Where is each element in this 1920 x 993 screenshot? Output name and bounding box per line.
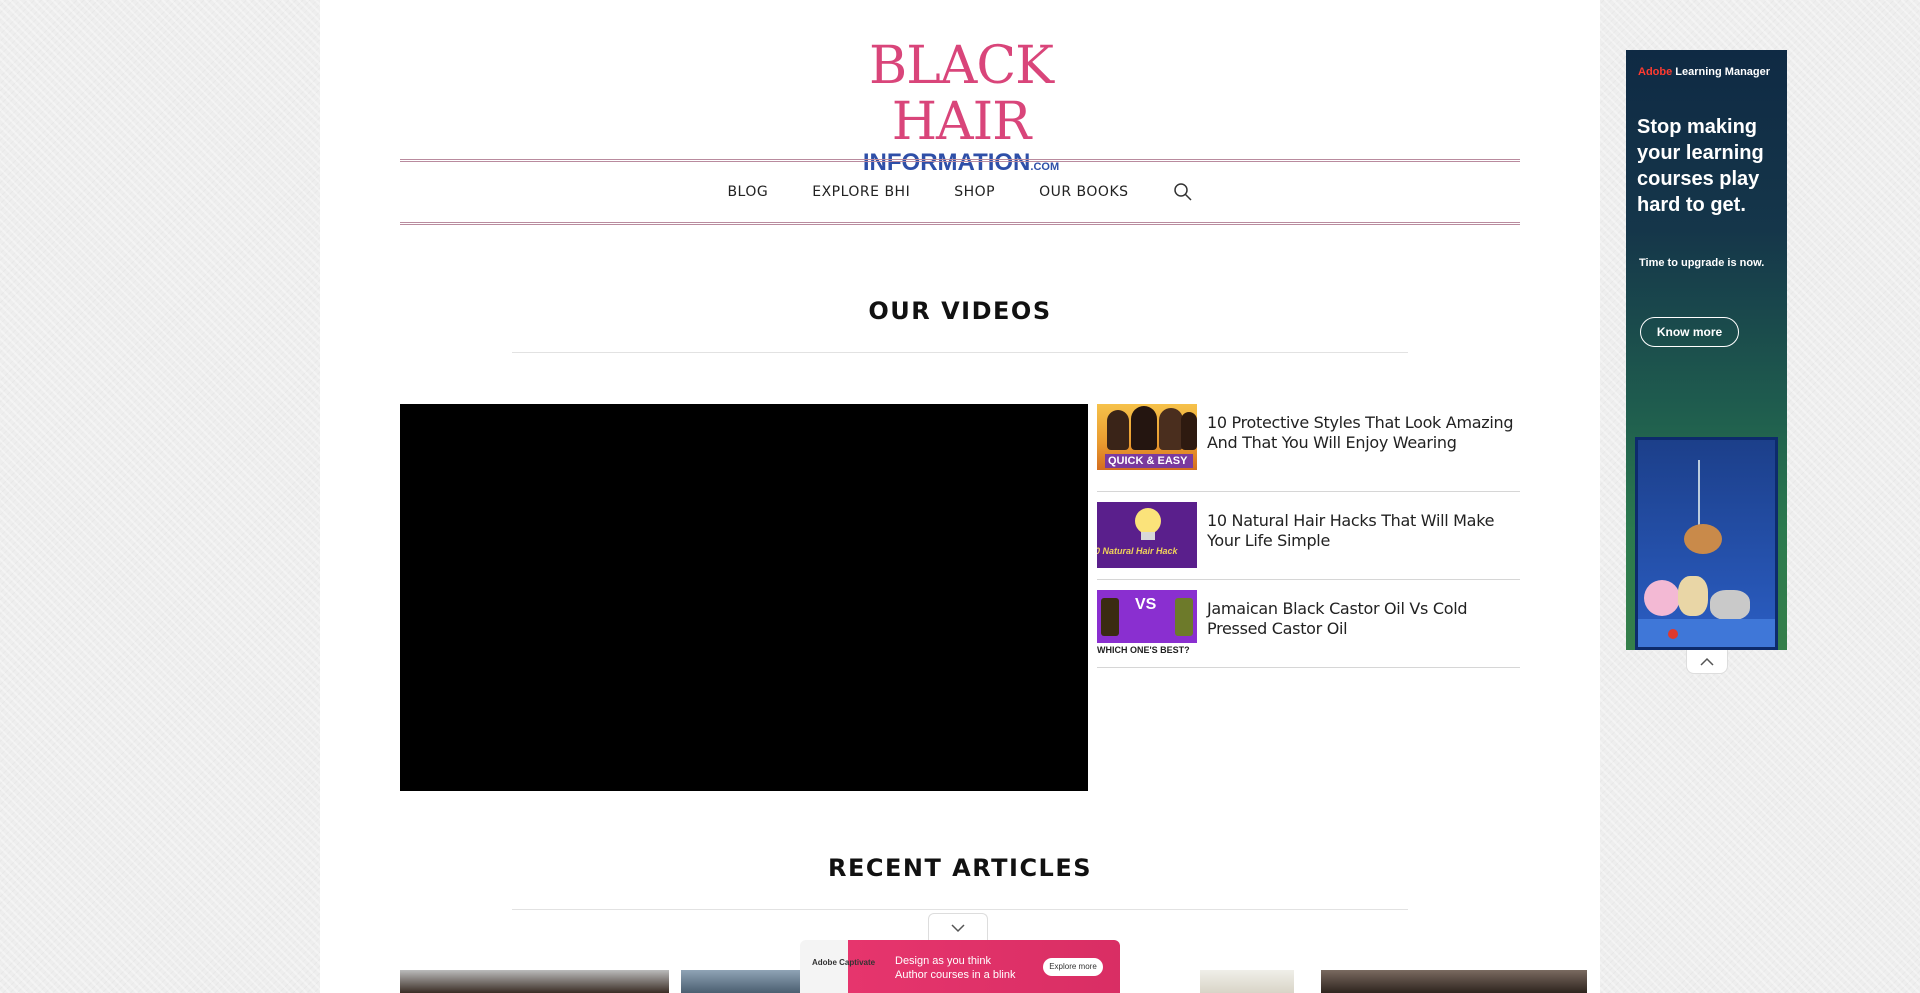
video-list-item[interactable]: QUICK & EASY 10 Protective Styles That L… <box>1097 404 1520 492</box>
video-thumbnail[interactable]: 0 Natural Hair Hack <box>1097 502 1197 568</box>
bottom-ad-text: Design as you think Author courses in a … <box>895 954 1015 982</box>
bottom-ad-line1: Design as you think <box>895 955 991 967</box>
article-card-image[interactable] <box>400 970 669 993</box>
thumb-label: WHICH ONE'S BEST? <box>1097 645 1190 655</box>
bottom-ad-logo: Adobe Captivate <box>812 958 876 967</box>
chevron-up-icon <box>1700 657 1714 666</box>
ad-brand: Adobe Learning Manager <box>1638 66 1770 78</box>
ad-know-more-button[interactable]: Know more <box>1640 317 1739 347</box>
video-list-item[interactable]: 0 Natural Hair Hack 10 Natural Hair Hack… <box>1097 492 1520 580</box>
nav-our-books[interactable]: OUR BOOKS <box>1039 184 1128 200</box>
video-thumbnail[interactable]: QUICK & EASY <box>1097 404 1197 470</box>
main-nav: BLOG EXPLORE BHI SHOP OUR BOOKS <box>400 159 1520 225</box>
bottom-ad[interactable]: Adobe Captivate Design as you think Auth… <box>800 940 1120 993</box>
videos-section-rule <box>512 352 1408 353</box>
bottom-ad-line2: Author courses in a blink <box>895 969 1016 981</box>
bottom-ad-button[interactable]: Explore more <box>1043 958 1103 976</box>
video-title[interactable]: Jamaican Black Castor Oil Vs Cold Presse… <box>1207 590 1520 667</box>
video-list: QUICK & EASY 10 Protective Styles That L… <box>1097 404 1520 668</box>
thumb-label: QUICK & EASY <box>1108 455 1188 467</box>
search-icon[interactable] <box>1173 182 1193 202</box>
articles-section-rule <box>512 909 1408 910</box>
thumb-label: 0 Natural Hair Hack <box>1097 546 1178 556</box>
ad-brand-name: Learning Manager <box>1675 66 1771 78</box>
video-list-item[interactable]: VS WHICH ONE'S BEST? Jamaican Black Cast… <box>1097 580 1520 668</box>
nav-explore-bhi[interactable]: EXPLORE BHI <box>812 184 910 200</box>
video-thumbnail[interactable]: VS WHICH ONE'S BEST? <box>1097 590 1197 656</box>
logo-line1: BLACK HAIR <box>869 36 1054 152</box>
nav-shop[interactable]: SHOP <box>954 184 995 200</box>
chevron-down-icon <box>951 923 965 932</box>
videos-section-title: OUR VIDEOS <box>868 297 1052 325</box>
side-ad[interactable]: Adobe Learning Manager Stop making your … <box>1626 50 1787 650</box>
video-title[interactable]: 10 Protective Styles That Look Amazing A… <box>1207 404 1520 491</box>
thumb-badge: VS <box>1135 596 1157 613</box>
video-player[interactable] <box>400 404 1088 791</box>
nav-blog[interactable]: BLOG <box>727 184 768 200</box>
claw-machine-image <box>1635 437 1778 650</box>
site-logo[interactable]: BLACK HAIR INFORMATION.COM <box>836 38 1086 176</box>
video-title[interactable]: 10 Natural Hair Hacks That Will Make You… <box>1207 502 1520 579</box>
articles-section-title: RECENT ARTICLES <box>827 854 1093 882</box>
ad-collapse-button[interactable] <box>1686 650 1728 674</box>
ad-subtext: Time to upgrade is now. <box>1639 257 1765 269</box>
article-card-image[interactable] <box>1321 970 1587 993</box>
ad-brand-red: Adobe <box>1638 66 1673 78</box>
bottom-ad-toggle[interactable] <box>928 913 988 941</box>
article-card-image[interactable] <box>681 970 801 993</box>
page-container: BLACK HAIR INFORMATION.COM BLOG EXPLORE … <box>320 0 1600 993</box>
ad-headline: Stop making your learning courses play h… <box>1637 116 1764 216</box>
article-card-image[interactable] <box>1200 970 1294 993</box>
